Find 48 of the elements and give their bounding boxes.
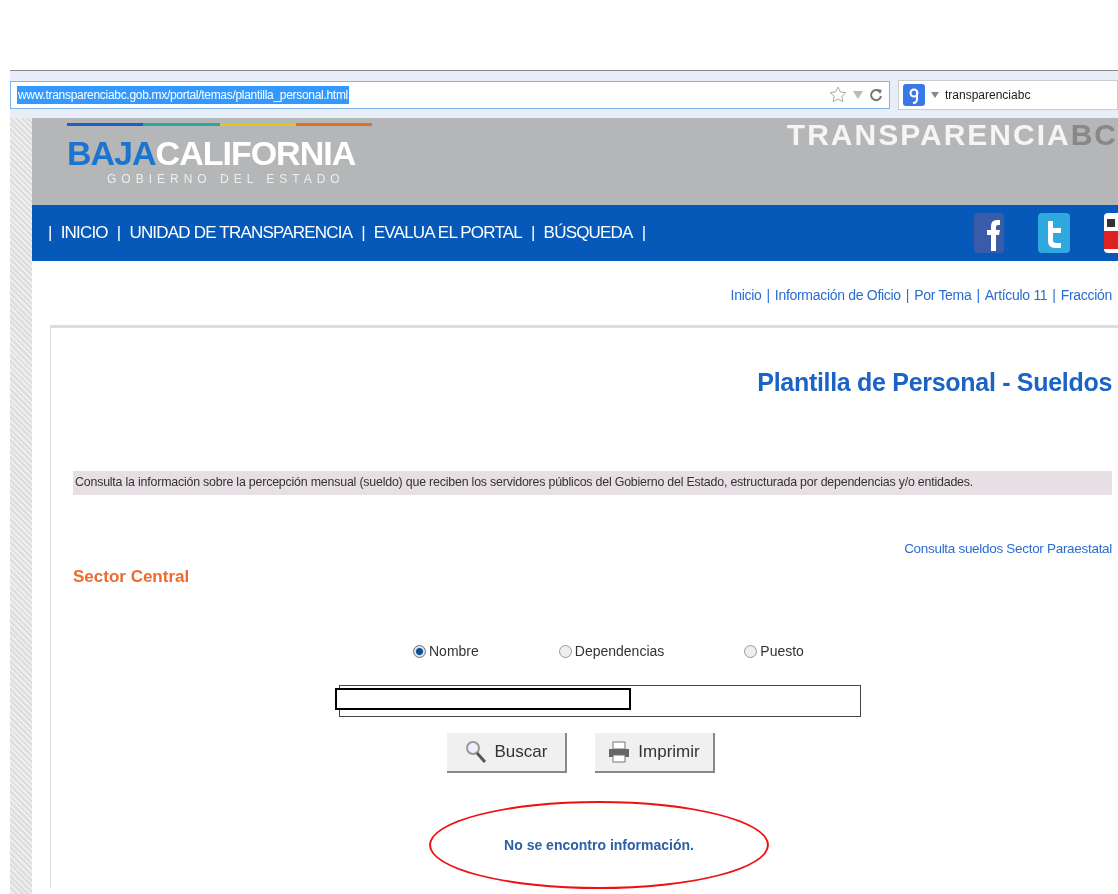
section-title: Sector Central xyxy=(73,567,191,587)
description-text: Consulta la información sobre la percepción mensual (sueldo) que reciben los servidores públicos del Gobierno del Estado, estructurada por dependencias y/o entidades. xyxy=(73,471,1112,495)
nav-separator: | xyxy=(116,223,121,243)
reload-icon[interactable] xyxy=(869,87,883,102)
printer-icon xyxy=(608,740,631,764)
star-icon[interactable] xyxy=(829,85,847,104)
search-text: transparenciabc xyxy=(945,87,1031,102)
breadcrumb-link[interactable]: Artículo 11 xyxy=(984,287,1048,301)
print-button[interactable]: Imprimir xyxy=(595,733,715,773)
search-engine-icon xyxy=(903,83,925,106)
breadcrumb-link[interactable]: Fracción xyxy=(1060,287,1112,301)
breadcrumb-link[interactable]: Información de Oficio xyxy=(774,287,901,301)
result-message: No se encontro información. xyxy=(429,801,769,889)
search-icon xyxy=(464,740,487,764)
logo-text: BAJA xyxy=(67,134,156,172)
radio-label: Dependencias xyxy=(574,643,665,659)
breadcrumb-link[interactable]: Inicio xyxy=(730,287,762,301)
color-stripes-icon xyxy=(67,123,372,126)
nav-separator: | xyxy=(641,223,646,243)
nav-link[interactable]: INICIO xyxy=(60,223,108,243)
radio-button[interactable] xyxy=(558,644,572,658)
parastatal-link[interactable]: Consulta sueldos Sector Paraestatal xyxy=(904,541,1112,556)
search-button[interactable]: Buscar xyxy=(447,733,567,773)
breadcrumb-link[interactable]: Por Tema xyxy=(914,287,972,301)
dropdown-icon[interactable] xyxy=(853,90,863,99)
logo-text: CALIFORNIA xyxy=(155,134,356,172)
twitter-icon[interactable] xyxy=(1038,213,1070,253)
radio-label: Puesto xyxy=(760,643,804,659)
page-title: Plantilla de Personal - Sueldos xyxy=(756,368,1112,397)
nav-link[interactable]: UNIDAD DE TRANSPARENCIA xyxy=(129,223,353,243)
breadcrumb-separator: | xyxy=(766,287,770,301)
radio-button[interactable] xyxy=(413,644,426,658)
banner-title: TRANSPARENCIA xyxy=(786,118,1071,151)
breadcrumb-separator: | xyxy=(1052,287,1056,301)
search-box[interactable]: transparenciabc xyxy=(898,79,1118,110)
dropdown-icon[interactable] xyxy=(931,91,939,98)
nav-separator: | xyxy=(361,223,365,243)
url-text: www.transparenciabc.gob.mx/portal/temas/plantilla_personal.html xyxy=(17,85,349,104)
nav-separator: | xyxy=(531,223,535,243)
nav-link[interactable]: BÚSQUEDA xyxy=(543,223,633,243)
logo-subtitle: GOBIERNO DEL ESTADO xyxy=(106,172,346,186)
nav-separator: | xyxy=(48,223,52,243)
breadcrumb-separator: | xyxy=(976,287,980,301)
radio-button[interactable] xyxy=(744,644,758,658)
radio-label: Nombre xyxy=(429,643,479,659)
facebook-icon[interactable] xyxy=(974,213,1004,253)
nav-link[interactable]: EVALUA EL PORTAL xyxy=(373,223,522,243)
breadcrumb-separator: | xyxy=(905,287,910,301)
